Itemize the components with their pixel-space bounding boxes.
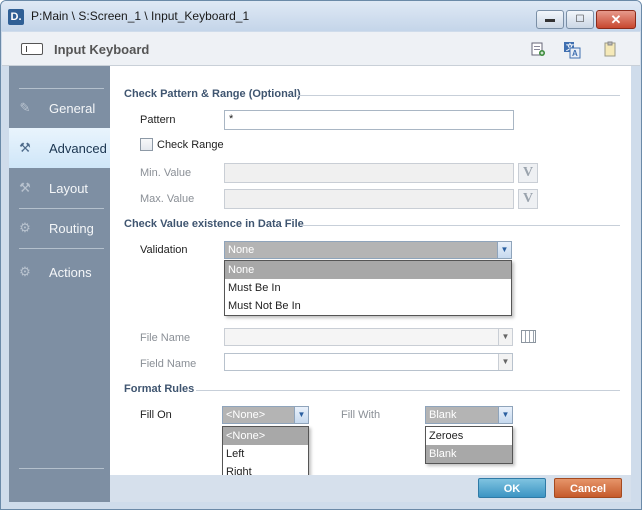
pattern-input[interactable]: * [224,110,514,130]
min-value-variable-button[interactable]: V [518,163,538,183]
min-value-label: Min. Value [140,167,192,179]
section-divider [302,225,620,226]
pattern-label: Pattern [140,114,176,126]
table-icon[interactable] [521,330,536,343]
validation-dropdown: None Must Be In Must Not Be In [224,260,512,316]
min-value-input[interactable] [224,163,514,183]
sidebar-item-label: Layout [49,181,89,196]
fill-on-option-left[interactable]: Left [223,445,308,463]
sidebar-item-layout[interactable]: ⚒ Layout [9,168,110,208]
dialog-footer: OK Cancel [110,475,631,502]
add-page-icon[interactable] [530,41,546,57]
app-logo-icon: D. [8,9,24,25]
section-divider [297,95,620,96]
fill-on-dropdown: <None> Left Right [222,426,309,482]
sidebar: ✎ General ⚒ Advanced ⚒ Layout ⚙ Routing … [9,66,110,502]
gear-icon: ⚙ [19,220,31,235]
wrench-gear-icon: ⚒ [19,140,31,155]
svg-text:A: A [572,49,578,58]
validation-select[interactable]: None ▼ [224,241,512,259]
fill-on-option-none[interactable]: <None> [223,427,308,445]
check-range-label: Check Range [157,139,224,151]
file-name-label: File Name [140,332,191,344]
advanced-panel: Check Pattern & Range (Optional) Pattern… [110,66,631,482]
title-bar: D. P:Main \ S:Screen_1 \ Input_Keyboard_… [1,1,641,31]
chevron-down-icon[interactable]: ▼ [294,407,308,423]
sidebar-item-label: General [49,101,96,116]
fill-on-label: Fill On [140,409,172,421]
chevron-down-icon[interactable]: ▼ [498,407,512,423]
file-name-select[interactable]: ▼ [224,328,513,346]
chevron-down-icon[interactable]: ▼ [498,329,512,345]
validation-selected-value: None [228,244,255,256]
translate-icon[interactable]: 文A [563,41,581,59]
close-button[interactable]: ✕ [596,10,636,29]
fill-with-label: Fill With [341,409,381,421]
fill-with-selected-value: Blank [429,409,457,421]
validation-option-must-be-in[interactable]: Must Be In [225,279,511,297]
input-keyboard-icon [21,43,43,55]
maximize-button[interactable]: ☐ [566,10,594,29]
section-heading-check-pattern: Check Pattern & Range (Optional) [124,88,301,100]
validation-label: Validation [140,244,188,256]
dialog-header: Input Keyboard 文A [2,32,640,66]
nav-divider [19,248,104,249]
page-title: Input Keyboard [54,42,150,57]
layout-icon: ⚒ [19,180,31,195]
sidebar-item-label: Actions [49,265,92,280]
section-heading-check-value: Check Value existence in Data File [124,218,304,230]
clipboard-icon[interactable] [602,41,618,57]
field-name-select[interactable]: ▼ [224,353,513,371]
input-keyboard-dialog: D. P:Main \ S:Screen_1 \ Input_Keyboard_… [0,0,642,510]
sidebar-item-label: Routing [49,221,94,236]
fill-with-option-blank[interactable]: Blank [426,445,512,463]
validation-option-none[interactable]: None [225,261,511,279]
section-heading-format-rules: Format Rules [124,383,195,395]
minimize-button[interactable]: ▬ [536,10,564,29]
ok-button[interactable]: OK [478,478,546,498]
window-title: P:Main \ S:Screen_1 \ Input_Keyboard_1 [31,9,250,23]
sidebar-item-label: Advanced [49,141,107,156]
wrench-icon: ✎ [19,100,31,115]
fill-with-option-zeroes[interactable]: Zeroes [426,427,512,445]
sidebar-item-general[interactable]: ✎ General [9,88,110,128]
fill-with-dropdown: Zeroes Blank [425,426,513,464]
field-name-label: Field Name [140,358,197,370]
cancel-button[interactable]: Cancel [554,478,622,498]
actions-icon: ⚙ [19,264,31,279]
fill-on-selected-value: <None> [226,409,266,421]
sidebar-item-advanced[interactable]: ⚒ Advanced [9,128,110,168]
chevron-down-icon[interactable]: ▼ [498,354,512,370]
section-divider [196,390,620,391]
sidebar-item-routing[interactable]: ⚙ Routing [9,208,110,248]
fill-on-select[interactable]: <None> ▼ [222,406,309,424]
max-value-input[interactable] [224,189,514,209]
max-value-label: Max. Value [140,193,195,205]
max-value-variable-button[interactable]: V [518,189,538,209]
fill-with-select[interactable]: Blank ▼ [425,406,513,424]
validation-option-must-not-be-in[interactable]: Must Not Be In [225,297,511,315]
chevron-down-icon[interactable]: ▼ [497,242,511,258]
sidebar-item-actions[interactable]: ⚙ Actions [9,252,110,292]
nav-divider [19,468,104,469]
check-range-checkbox[interactable] [140,138,153,151]
